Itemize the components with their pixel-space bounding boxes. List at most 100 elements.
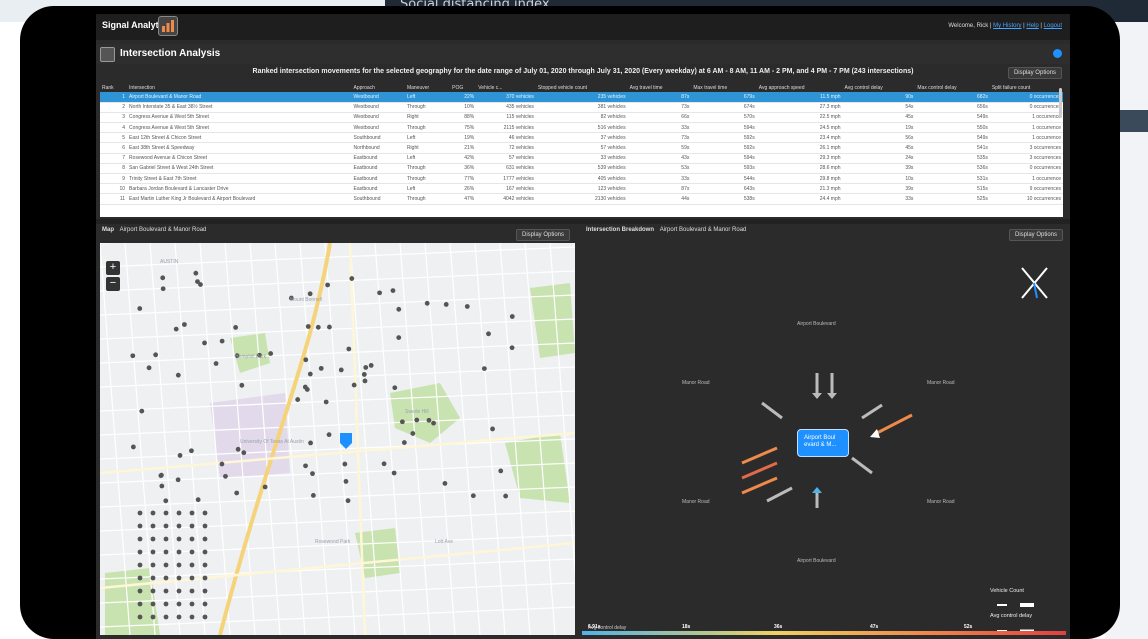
panel-divider[interactable] (96, 219, 1070, 224)
signal-dot[interactable] (410, 431, 416, 436)
signal-dot[interactable] (235, 446, 241, 452)
signal-dot[interactable] (182, 322, 187, 327)
col-maneuver[interactable]: Maneuver (404, 83, 451, 92)
signal-dot[interactable] (363, 365, 369, 370)
signal-dot[interactable] (381, 461, 387, 467)
signal-dot[interactable] (163, 510, 169, 516)
signal-dot[interactable] (486, 331, 491, 337)
table-row[interactable]: 2 North Interstate 35 & East 38½ Street We… (100, 102, 1063, 113)
col-split-failure[interactable]: Split failure count (989, 83, 1063, 92)
signal-dot[interactable] (159, 483, 165, 489)
signal-dot[interactable] (163, 523, 169, 529)
signal-dot[interactable] (177, 453, 183, 458)
signal-dot[interactable] (443, 302, 449, 307)
signal-dot[interactable] (202, 588, 208, 594)
signal-dot[interactable] (303, 463, 308, 469)
signal-dot[interactable] (176, 588, 182, 594)
signal-dot[interactable] (189, 588, 195, 594)
signal-dot[interactable] (262, 484, 268, 490)
zoom-in-button[interactable]: + (106, 261, 120, 275)
col-avg-delay[interactable]: Avg control delay (842, 83, 916, 92)
signal-dot[interactable] (392, 385, 398, 391)
compass-icon[interactable] (1021, 267, 1048, 299)
col-approach[interactable]: Approach (351, 83, 405, 92)
signal-dot[interactable] (163, 498, 169, 504)
signal-dot[interactable] (351, 382, 357, 388)
signal-dot[interactable] (158, 473, 164, 479)
signal-dot[interactable] (150, 549, 156, 555)
signal-dot[interactable] (176, 614, 182, 620)
movement-arrow[interactable] (741, 461, 778, 480)
signal-dot[interactable] (509, 314, 515, 319)
signal-dot[interactable] (195, 279, 200, 285)
col-max-travel[interactable]: Max travel time (691, 83, 757, 92)
signal-dot[interactable] (342, 461, 348, 467)
signal-dot[interactable] (202, 523, 208, 529)
signal-dot[interactable] (219, 338, 225, 344)
table-row[interactable]: 7 Rosewood Avenue & Chicon Street Eastboun… (100, 153, 1063, 164)
signal-dot[interactable] (195, 497, 201, 503)
signal-dot[interactable] (241, 450, 247, 456)
signal-dot[interactable] (470, 493, 476, 499)
map-canvas[interactable]: AUSTIN University Of Texas At Austin Hem… (100, 243, 575, 635)
signal-dot[interactable] (130, 444, 136, 450)
signal-dot[interactable] (137, 306, 143, 311)
signal-dot[interactable] (202, 614, 208, 620)
signal-dot[interactable] (399, 419, 405, 425)
my-history-link[interactable]: My History (993, 23, 1021, 29)
signal-dot[interactable] (310, 493, 316, 498)
signal-dot[interactable] (163, 588, 169, 594)
movement-arrow[interactable] (851, 456, 873, 475)
signal-dot[interactable] (202, 549, 208, 555)
signal-dot[interactable] (396, 335, 402, 340)
signal-dot[interactable] (302, 384, 308, 390)
movement-arrow[interactable] (861, 403, 883, 420)
table-row[interactable]: 10 Barbara Jordan Boulevard & Lancaster D… (100, 183, 1063, 195)
signal-dot[interactable] (464, 304, 470, 309)
movement-arrow[interactable] (741, 446, 778, 465)
movement-arrow[interactable] (766, 486, 793, 503)
signal-dot[interactable] (150, 510, 156, 516)
table-display-options-button[interactable]: Display Options (1007, 67, 1062, 79)
col-intersection[interactable]: Intersection (127, 83, 352, 92)
signal-dot[interactable] (326, 432, 332, 438)
signal-dot[interactable] (137, 536, 143, 542)
signal-dot[interactable] (137, 523, 143, 529)
signal-dot[interactable] (189, 523, 195, 529)
logout-link[interactable]: Logout (1044, 23, 1062, 29)
signal-dot[interactable] (426, 417, 432, 423)
signal-dot[interactable] (150, 562, 156, 568)
signal-dot[interactable] (163, 536, 169, 542)
intersection-center-box[interactable]: Airport Boul evard & M... (797, 429, 849, 457)
signal-dot[interactable] (442, 480, 448, 486)
signal-dot[interactable] (346, 346, 352, 352)
signal-dot[interactable] (176, 536, 182, 542)
signal-dot[interactable] (318, 365, 324, 371)
movement-arrow[interactable] (827, 373, 837, 399)
signal-dot[interactable] (137, 549, 143, 555)
signal-dot[interactable] (173, 326, 179, 332)
signal-dot[interactable] (176, 575, 182, 581)
signal-dot[interactable] (509, 345, 515, 351)
signal-dot[interactable] (189, 575, 195, 581)
signal-dot[interactable] (202, 562, 208, 568)
signal-dot[interactable] (189, 448, 194, 454)
signal-dot[interactable] (175, 372, 181, 378)
signal-dot[interactable] (202, 340, 207, 346)
signal-dot[interactable] (146, 365, 152, 371)
col-vehicle-count[interactable]: Vehicle c... (476, 83, 536, 92)
movement-arrow[interactable] (812, 373, 822, 399)
signal-dot[interactable] (345, 498, 351, 504)
signal-dot[interactable] (327, 324, 332, 330)
signal-dot[interactable] (223, 473, 228, 479)
signal-dot[interactable] (150, 601, 156, 607)
signal-dot[interactable] (219, 461, 225, 467)
signal-dot[interactable] (481, 366, 487, 372)
signal-dot[interactable] (325, 282, 331, 288)
table-row[interactable]: 1 Airport Boulevard & Manor Road Westbound… (100, 92, 1063, 103)
signal-dot[interactable] (303, 357, 309, 363)
signal-dot[interactable] (137, 510, 143, 516)
breakdown-display-options-button[interactable]: Display Options (1009, 229, 1064, 241)
col-avg-travel[interactable]: Avg travel time (627, 83, 692, 92)
signal-dot[interactable] (189, 536, 195, 542)
